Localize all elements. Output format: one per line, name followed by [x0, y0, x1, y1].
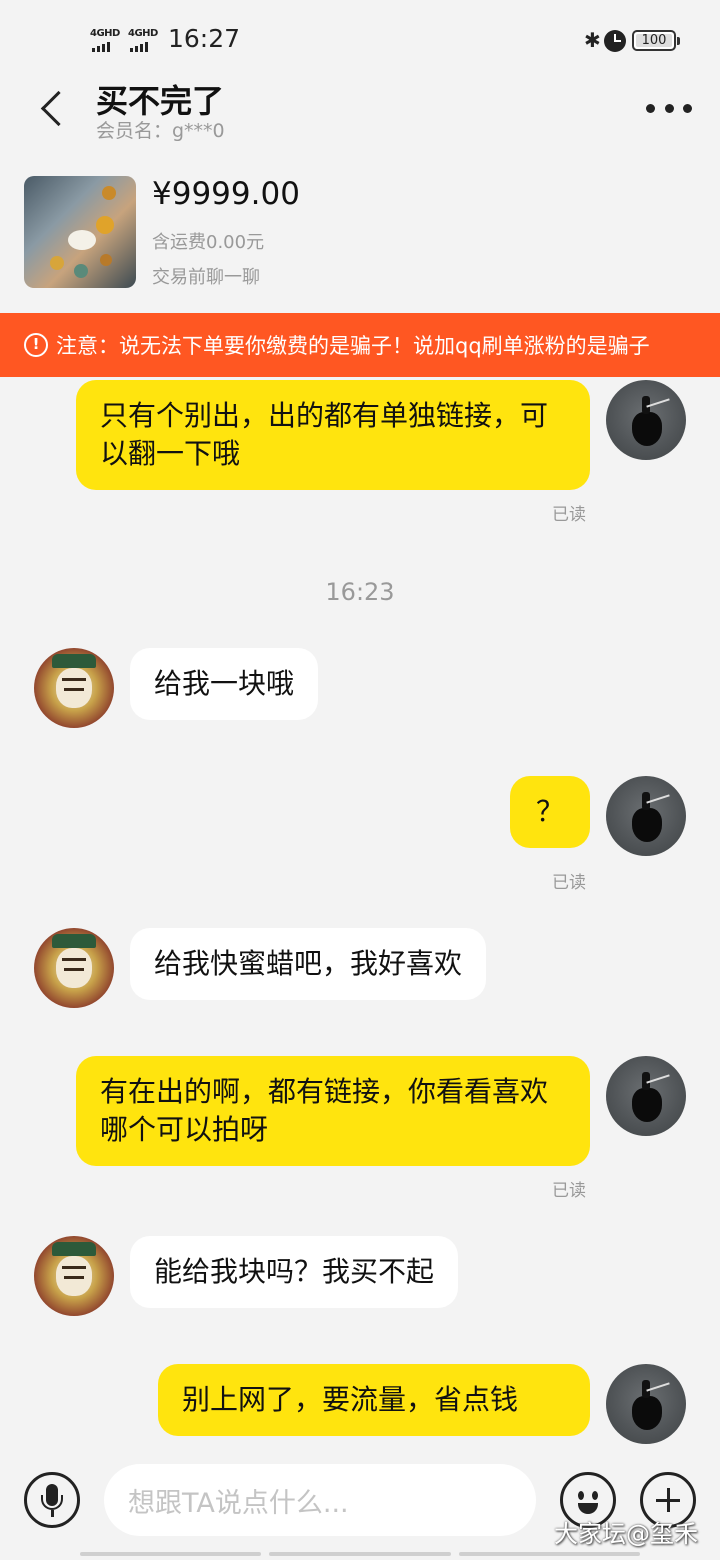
message-bubble-theirs[interactable]: 能给我块吗？我买不起: [130, 1236, 459, 1308]
message-bubble-mine[interactable]: 别上网了，要流量，省点钱: [158, 1364, 590, 1436]
my-avatar[interactable]: [606, 380, 686, 460]
signal-icon: 4GHD: [90, 28, 124, 52]
my-avatar[interactable]: [606, 776, 686, 856]
mic-icon[interactable]: [24, 1472, 80, 1528]
status-bar: 4GHD 4GHD 16:27 ✱ 100: [0, 0, 720, 80]
my-avatar[interactable]: [606, 1364, 686, 1444]
member-name: 会员名：g***0: [96, 120, 225, 142]
message-input[interactable]: 想跟TA说点什么...: [104, 1464, 536, 1536]
seller-avatar[interactable]: [34, 1236, 114, 1316]
bottom-divider: [80, 1552, 640, 1556]
message-bubble-theirs[interactable]: 给我一块哦: [130, 648, 319, 720]
warning-banner: ! 注意：说无法下单要你缴费的是骗子！说加qq刷单涨粉的是骗子: [0, 313, 720, 377]
battery-level: 100: [641, 33, 667, 48]
my-avatar[interactable]: [606, 1056, 686, 1136]
product-image[interactable]: [24, 176, 136, 288]
message-bubble-mine[interactable]: 只有个别出，出的都有单独链接，可以翻一下哦: [76, 380, 590, 490]
chat-timestamp: 16:23: [325, 578, 395, 606]
watermark: 大家坛@玺禾: [554, 1520, 698, 1548]
message-bubble-theirs[interactable]: 给我快蜜蜡吧，我好喜欢: [130, 928, 487, 1000]
shipping-fee: 含运费0.00元: [152, 232, 265, 253]
signal-icon: 4GHD: [128, 28, 162, 52]
input-placeholder: 想跟TA说点什么...: [128, 1488, 349, 1519]
battery-icon: 100: [632, 30, 676, 51]
bluetooth-icon: ✱: [584, 28, 601, 52]
alert-icon: !: [24, 333, 48, 357]
read-status: 已读: [552, 505, 586, 525]
seller-avatar[interactable]: [34, 928, 114, 1008]
message-bubble-mine[interactable]: 有在出的啊，都有链接，你看看喜欢哪个可以拍呀: [76, 1056, 590, 1166]
seller-avatar[interactable]: [34, 648, 114, 728]
chat-before-trade: 交易前聊一聊: [152, 267, 260, 288]
battery-tip: [677, 37, 680, 45]
read-status: 已读: [552, 1181, 586, 1201]
more-icon[interactable]: [646, 102, 692, 114]
status-time: 16:27: [168, 24, 241, 53]
alarm-icon: [604, 30, 626, 52]
warning-text: 注意：说无法下单要你缴费的是骗子！说加qq刷单涨粉的是骗子: [56, 334, 650, 358]
back-arrow-icon[interactable]: [34, 88, 78, 132]
read-status: 已读: [552, 873, 586, 893]
product-price: ¥9999.00: [152, 176, 300, 212]
message-bubble-mine[interactable]: ？: [510, 776, 590, 848]
